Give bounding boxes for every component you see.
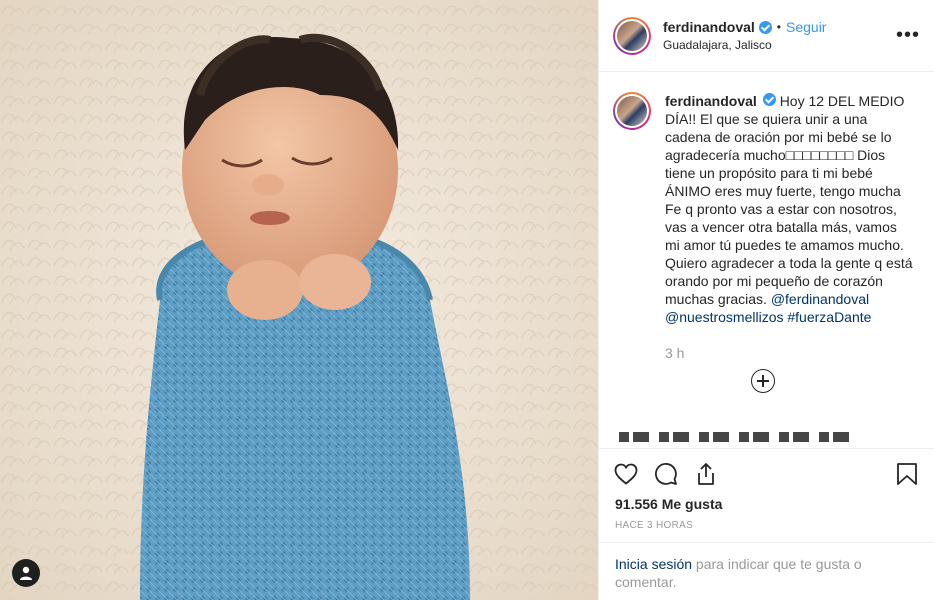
post-photo[interactable] xyxy=(0,0,598,600)
login-prompt: Inicia sesión para indicar que te gusta … xyxy=(599,542,934,600)
more-options-icon[interactable]: ••• xyxy=(896,24,920,47)
baby-photo-illustration xyxy=(0,0,598,600)
mention-link-nuestrosmellizos[interactable]: @nuestrosmellizos xyxy=(665,309,783,325)
post-side-panel: ferdinandoval • Seguir Guadalajara, Jali… xyxy=(598,0,934,600)
like-button[interactable] xyxy=(613,461,639,487)
header-text: ferdinandoval • Seguir Guadalajara, Jali… xyxy=(663,19,896,52)
share-icon xyxy=(698,462,714,485)
hashtag-link[interactable]: #fuerzaDante xyxy=(787,309,871,325)
separator-dot: • xyxy=(776,20,781,34)
follow-button[interactable]: Seguir xyxy=(786,19,826,35)
login-link[interactable]: Inicia sesión xyxy=(615,556,692,572)
save-button[interactable] xyxy=(894,461,920,487)
post-age[interactable]: HACE 3 HORAS xyxy=(615,520,693,531)
caption-username-link[interactable]: ferdinandoval xyxy=(665,93,757,109)
post-header: ferdinandoval • Seguir Guadalajara, Jali… xyxy=(599,0,934,72)
caption-comment: ferdinandoval Hoy 12 DEL MEDIO DÍA!! El … xyxy=(613,92,920,362)
likes-count[interactable]: 91.556 Me gusta xyxy=(615,496,722,512)
verified-badge-icon xyxy=(758,20,772,34)
partially-visible-comment xyxy=(619,432,849,442)
person-icon xyxy=(20,566,32,580)
comment-icon xyxy=(655,462,677,485)
header-row: ferdinandoval • Seguir xyxy=(663,19,896,35)
comments-area[interactable]: ferdinandoval Hoy 12 DEL MEDIO DÍA!! El … xyxy=(599,72,934,448)
location-link[interactable]: Guadalajara, Jalisco xyxy=(663,38,896,52)
profile-avatar[interactable] xyxy=(613,16,651,55)
load-more-comments-icon[interactable] xyxy=(751,369,775,393)
share-button[interactable] xyxy=(693,461,719,487)
comment-button[interactable] xyxy=(653,461,679,487)
caption-avatar[interactable] xyxy=(613,92,651,130)
mention-link-ferdinandoval[interactable]: @ferdinandoval xyxy=(771,291,869,307)
username-link[interactable]: ferdinandoval xyxy=(663,19,755,35)
caption-verified-badge-icon xyxy=(762,93,776,106)
caption-text: Hoy 12 DEL MEDIO DÍA!! El que se quiera … xyxy=(665,93,913,307)
caption-timestamp[interactable]: 3 h xyxy=(665,344,915,362)
caption-body: ferdinandoval Hoy 12 DEL MEDIO DÍA!! El … xyxy=(665,92,915,362)
bookmark-icon xyxy=(897,462,917,485)
action-bar xyxy=(599,448,934,498)
user-tag-button[interactable] xyxy=(12,559,40,587)
heart-icon xyxy=(614,463,638,485)
instagram-post: ferdinandoval • Seguir Guadalajara, Jali… xyxy=(0,0,934,600)
